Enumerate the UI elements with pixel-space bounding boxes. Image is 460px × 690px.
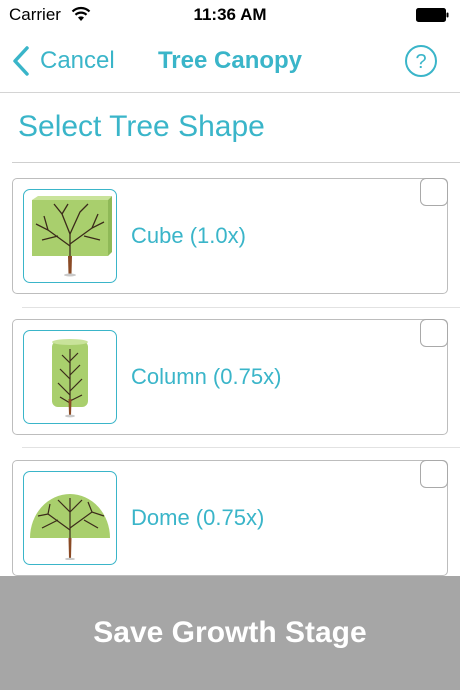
shape-option-cube[interactable]: Cube (1.0x) <box>12 178 448 294</box>
shape-option-column[interactable]: Column (0.75x) <box>12 319 448 435</box>
select-checkbox[interactable] <box>420 460 448 488</box>
chevron-left-icon <box>13 46 29 76</box>
cube-tree-icon <box>32 196 112 277</box>
svg-text:?: ? <box>415 51 426 73</box>
select-checkbox[interactable] <box>420 319 448 347</box>
cancel-button[interactable]: Cancel <box>12 44 115 78</box>
shape-label: Dome (0.75x) <box>131 505 265 530</box>
help-icon[interactable]: ? <box>404 44 438 78</box>
shape-label: Cube (1.0x) <box>131 223 246 248</box>
battery-icon <box>416 8 449 22</box>
column-tree-icon <box>52 339 88 418</box>
clock: 11:36 AM <box>193 5 267 24</box>
section-divider <box>12 162 460 163</box>
shape-label: Column (0.75x) <box>131 364 282 389</box>
cancel-label: Cancel <box>40 47 115 74</box>
save-button-label: Save Growth Stage <box>93 616 367 649</box>
shape-thumbnail <box>23 330 117 424</box>
save-growth-stage-button[interactable]: Save Growth Stage <box>0 576 460 690</box>
section-title: Select Tree Shape <box>18 110 265 143</box>
list-separator <box>22 307 460 308</box>
select-checkbox[interactable] <box>420 178 448 206</box>
dome-tree-icon <box>30 494 110 560</box>
shape-option-dome[interactable]: Dome (0.75x) <box>12 460 448 576</box>
shape-thumbnail <box>23 471 117 565</box>
shape-thumbnail <box>23 189 117 283</box>
navigation-bar: Cancel Tree Canopy ? <box>0 32 460 93</box>
status-bar: Carrier 11:36 AM <box>0 0 460 32</box>
list-separator <box>22 447 460 448</box>
